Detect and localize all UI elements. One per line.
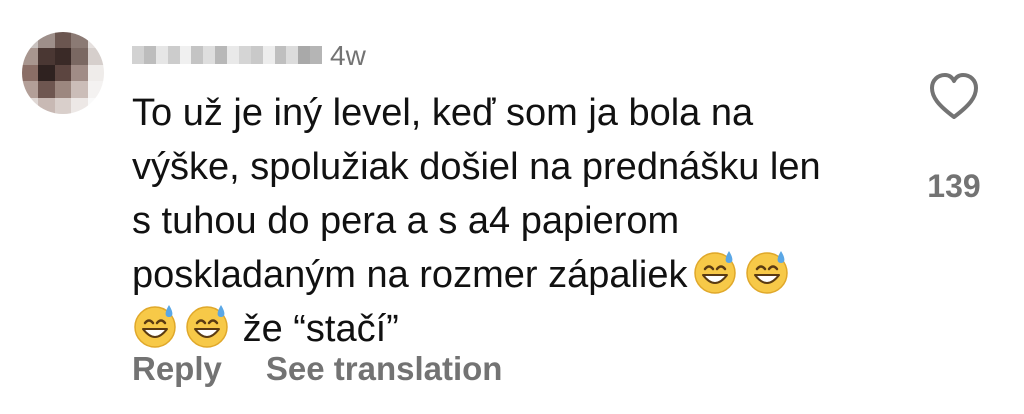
reply-button[interactable]: Reply bbox=[132, 350, 222, 388]
username-blur-block bbox=[132, 46, 144, 64]
avatar-pixel bbox=[71, 97, 88, 114]
avatar-pixel bbox=[87, 97, 104, 114]
comment-line-1: To už je iný level, keď som ja bola na bbox=[132, 92, 754, 134]
avatar-pixel bbox=[38, 48, 55, 65]
avatar-pixel bbox=[22, 48, 39, 65]
grinning-sweat-emoji-icon bbox=[184, 303, 230, 349]
avatar-pixel bbox=[71, 64, 88, 82]
avatar-pixel bbox=[38, 32, 55, 49]
username-blur-block bbox=[298, 46, 311, 64]
avatar-pixel bbox=[22, 64, 39, 82]
username-blur-block bbox=[262, 46, 275, 64]
comment-line-5: že “stačí” bbox=[242, 308, 399, 350]
username-blur-block bbox=[238, 46, 251, 64]
avatar-pixel bbox=[71, 48, 88, 65]
avatar-pixel bbox=[71, 81, 88, 98]
grinning-sweat-emoji-icon bbox=[744, 249, 790, 295]
avatar-pixel bbox=[22, 97, 39, 114]
username-blur-block bbox=[191, 46, 204, 64]
avatar[interactable] bbox=[22, 32, 104, 114]
username-blur-block bbox=[215, 46, 227, 64]
username-blur-block bbox=[274, 46, 287, 64]
username-blur-block bbox=[227, 46, 239, 64]
comment-text: To už je iný level, keď som ja bola na v… bbox=[132, 86, 892, 356]
avatar-pixel bbox=[22, 32, 39, 49]
avatar-pixel bbox=[38, 81, 55, 98]
avatar-pixel bbox=[54, 64, 72, 82]
username-blur-block bbox=[167, 46, 180, 64]
comment-timestamp: 4w bbox=[330, 40, 366, 71]
avatar-pixel bbox=[54, 48, 72, 65]
see-translation-button[interactable]: See translation bbox=[266, 350, 503, 388]
avatar-pixel bbox=[87, 32, 104, 49]
like-count: 139 bbox=[927, 168, 981, 204]
comment-line-2: výške, spolužiak došiel na prednášku len bbox=[132, 146, 821, 188]
like-section: 139 bbox=[918, 72, 990, 212]
avatar-pixel bbox=[87, 48, 104, 65]
avatar-pixel bbox=[71, 32, 88, 49]
username-blur-block bbox=[250, 46, 263, 64]
avatar-pixel bbox=[87, 81, 104, 98]
username-blur-block bbox=[310, 46, 322, 64]
username-blur-block bbox=[286, 46, 299, 64]
username-blur-block bbox=[203, 46, 216, 64]
comment-line-3: s tuhou do pera a s a4 papierom bbox=[132, 200, 680, 242]
avatar-pixel bbox=[38, 97, 55, 114]
username-blur-block bbox=[143, 46, 156, 64]
avatar-pixel bbox=[38, 64, 55, 82]
like-button[interactable] bbox=[928, 72, 980, 122]
comment-actions: Reply See translation bbox=[132, 350, 502, 388]
grinning-sweat-emoji-icon bbox=[132, 303, 178, 349]
username-blur-block bbox=[155, 46, 168, 64]
avatar-pixel bbox=[54, 81, 72, 98]
avatar-pixel bbox=[54, 32, 72, 49]
avatar-pixel bbox=[54, 97, 72, 114]
username-blur-block bbox=[179, 46, 192, 64]
avatar-pixel bbox=[22, 81, 39, 98]
avatar-pixel bbox=[87, 64, 104, 82]
heart-icon bbox=[930, 73, 978, 119]
comment-line-4: poskladaným na rozmer zápaliek bbox=[132, 254, 688, 296]
grinning-sweat-emoji-icon bbox=[692, 249, 738, 295]
username-blurred[interactable] bbox=[132, 44, 322, 66]
